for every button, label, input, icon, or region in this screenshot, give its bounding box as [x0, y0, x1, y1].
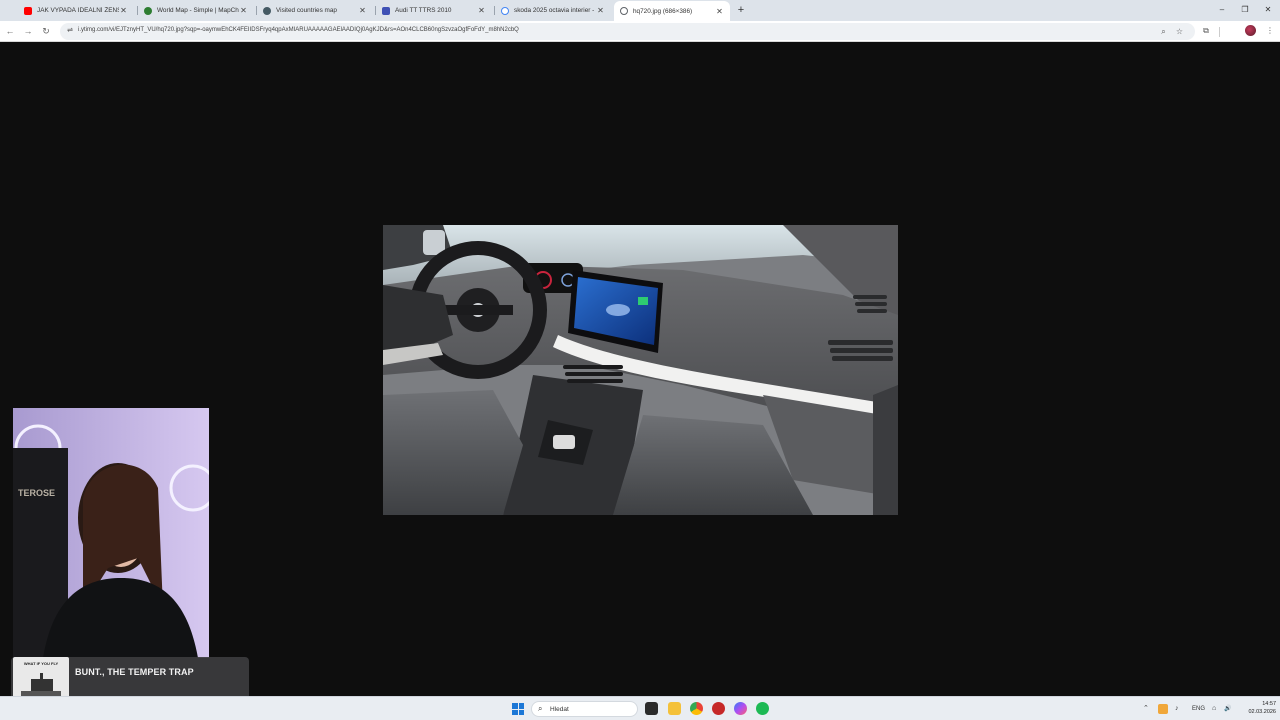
zoom-icon[interactable]: ⌕: [1158, 26, 1169, 37]
close-icon[interactable]: ✕: [358, 6, 367, 15]
windows-taskbar: ⌕ Hledat ⌃ ♪ ENG ⌂ 🔊 14:57 02.03.2026: [0, 696, 1280, 720]
tab-title: Visited countries map: [276, 7, 337, 14]
tab-title: Audi TT TTRS 2010: [395, 7, 452, 14]
back-button[interactable]: ←: [3, 24, 17, 38]
extensions-icon[interactable]: ⧉: [1200, 25, 1212, 37]
close-icon[interactable]: ✕: [239, 6, 248, 15]
app-red-icon[interactable]: [712, 702, 725, 715]
clock-time: 14:57: [1262, 701, 1276, 707]
microphone-icon[interactable]: ♪: [1175, 703, 1179, 715]
car-interior-picture: [383, 225, 898, 515]
site-info-icon[interactable]: ⇌: [65, 26, 75, 36]
globe-icon: [263, 6, 271, 15]
clock-date: 02.03.2026: [1248, 709, 1276, 715]
close-icon[interactable]: ✕: [477, 6, 486, 15]
google-icon: [501, 6, 509, 15]
language-indicator[interactable]: ENG: [1192, 703, 1205, 715]
url-text[interactable]: i.ytimg.com/vi/EJTznyHT_VU/hq720.jpg?sqp…: [78, 27, 519, 33]
close-icon[interactable]: ✕: [715, 7, 724, 16]
viewed-image[interactable]: [383, 225, 898, 515]
reload-button[interactable]: ↻: [39, 24, 53, 38]
minimize-button[interactable]: –: [1211, 3, 1233, 17]
album-cover-title: WHAT IF YOU FLY: [23, 661, 59, 666]
track-title: BUNT., THE TEMPER TRAP: [75, 667, 194, 677]
restore-button[interactable]: ❐: [1234, 3, 1256, 17]
globe-icon: [144, 6, 152, 15]
taskbar-clock[interactable]: 14:57 02.03.2026: [1240, 700, 1276, 716]
tab-mapchart[interactable]: World Map - Simple | MapChart ✕: [138, 2, 254, 19]
spotify-icon[interactable]: [756, 702, 769, 715]
menu-icon[interactable]: ⋮: [1264, 25, 1276, 37]
search-placeholder: Hledat: [550, 706, 569, 713]
tray-chevron-icon[interactable]: ⌃: [1143, 703, 1149, 715]
tab-visited-countries[interactable]: Visited countries map ✕: [257, 2, 373, 19]
tab-title: skoda 2025 octavia interier - H: [514, 7, 596, 14]
youtube-icon: [24, 6, 32, 15]
search-icon: ⌕: [538, 704, 543, 713]
chrome-icon[interactable]: [690, 702, 703, 715]
profile-avatar[interactable]: [1245, 25, 1256, 36]
page-icon: [382, 6, 390, 15]
browser-toolbar: ← → ↻ ⇌ i.ytimg.com/vi/EJTznyHT_VU/hq720…: [0, 21, 1280, 42]
tab-strip: JAK VYPADÁ IDEÁLNÍ ŽENSKÁ ✕ World Map - …: [0, 0, 1280, 21]
file-explorer-icon[interactable]: [668, 702, 681, 715]
tab-google-search[interactable]: skoda 2025 octavia interier - H ✕: [495, 2, 611, 19]
tab-youtube[interactable]: JAK VYPADÁ IDEÁLNÍ ŽENSKÁ ✕: [18, 2, 134, 19]
network-icon[interactable]: ⌂: [1212, 703, 1216, 715]
toolbar-divider: [1219, 27, 1220, 37]
tab-title: hq720.jpg (686×386): [633, 7, 693, 15]
bookmark-star-icon[interactable]: ☆: [1174, 26, 1185, 37]
close-icon[interactable]: ✕: [596, 6, 605, 15]
tab-audi[interactable]: Audi TT TTRS 2010 ✕: [376, 2, 492, 19]
close-icon[interactable]: ✕: [119, 6, 128, 15]
tray-app-icon[interactable]: [1158, 704, 1168, 714]
image-viewer: TEROSE WHAT IF YOU FLY BUNT., THE TEMPER…: [0, 43, 1280, 709]
tab-title: World Map - Simple | MapChart: [157, 7, 239, 14]
tab-image-active[interactable]: hq720.jpg (686×386) ✕: [614, 1, 730, 21]
volume-icon[interactable]: 🔊: [1224, 703, 1231, 715]
new-tab-button[interactable]: +: [735, 4, 747, 16]
close-window-button[interactable]: ✕: [1257, 3, 1279, 17]
taskbar-search-box[interactable]: ⌕ Hledat: [531, 701, 638, 717]
svg-text:TEROSE: TEROSE: [18, 488, 55, 498]
windows-start-icon[interactable]: [512, 703, 524, 715]
webcam-overlay: TEROSE: [13, 408, 209, 658]
task-view-icon[interactable]: [645, 702, 658, 715]
forward-button[interactable]: →: [21, 24, 35, 38]
streamer-webcam-feed: TEROSE: [13, 408, 209, 658]
messenger-icon[interactable]: [734, 702, 747, 715]
tab-title: JAK VYPADÁ IDEÁLNÍ ŽENSKÁ: [37, 7, 119, 14]
globe-icon: [620, 7, 628, 15]
address-bar[interactable]: ⇌ i.ytimg.com/vi/EJTznyHT_VU/hq720.jpg?s…: [60, 23, 1195, 40]
